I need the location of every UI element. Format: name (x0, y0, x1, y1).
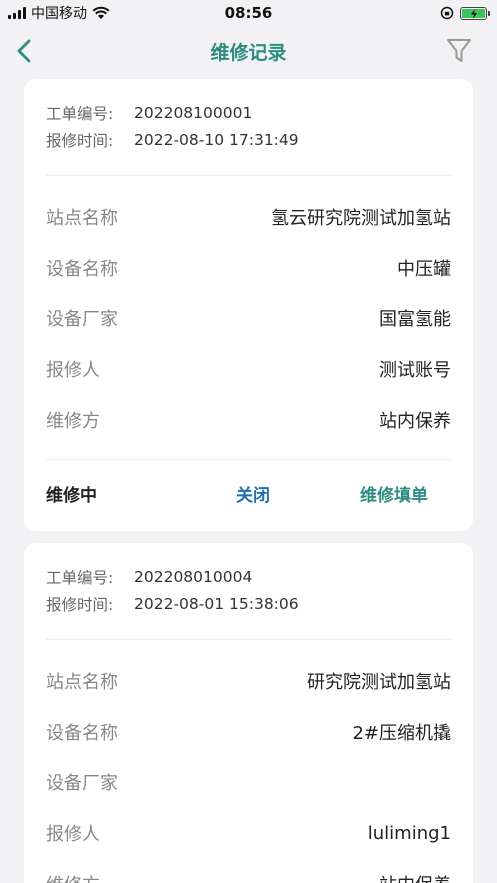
reporter-value: luliming1 (367, 822, 451, 844)
maker-row: 设备厂家 国富氢能 (24, 293, 473, 344)
detail-rows: 站点名称 氢云研究院测试加氢站 设备名称 中压罐 设备厂家 国富氢能 报修人 测… (24, 176, 473, 445)
detail-rows: 站点名称 研究院测试加氢站 设备名称 2#压缩机撬 设备厂家 报修人 lulim… (24, 640, 473, 883)
card-header: 工单编号: 202208010004 报修时间: 2022-08-01 15:3… (24, 543, 473, 639)
repair-party-row: 维修方 站内保养 (24, 858, 473, 883)
signal-icon (8, 7, 26, 19)
repair-party-value: 站内保养 (379, 871, 451, 883)
device-label: 设备名称 (46, 258, 118, 280)
maker-label: 设备厂家 (46, 309, 118, 331)
station-value: 氢云研究院测试加氢站 (271, 208, 451, 230)
order-number-value: 202208010004 (134, 567, 253, 586)
card-actions: 维修中 关闭 维修填单 (24, 460, 473, 528)
order-number-label: 工单编号: (46, 568, 114, 587)
device-label: 设备名称 (46, 722, 118, 744)
maker-value: 国富氢能 (379, 309, 451, 331)
nav-bar: 维修记录 (0, 26, 497, 76)
device-row: 设备名称 2#压缩机撬 (24, 707, 473, 758)
filter-icon[interactable] (445, 36, 473, 66)
battery-icon (460, 6, 490, 20)
orientation-lock-icon (440, 6, 454, 20)
repair-order-card[interactable]: 工单编号: 202208010004 报修时间: 2022-08-01 15:3… (24, 543, 473, 883)
order-number-line: 工单编号: 202208010004 (46, 563, 451, 590)
wifi-icon (92, 6, 110, 19)
station-label: 站点名称 (46, 672, 118, 694)
order-number-line: 工单编号: 202208100001 (46, 99, 451, 126)
reporter-label: 报修人 (46, 360, 100, 382)
station-label: 站点名称 (46, 208, 118, 230)
repair-order-card[interactable]: 工单编号: 202208100001 报修时间: 2022-08-10 17:3… (24, 79, 473, 531)
report-time-label: 报修时间: (46, 595, 114, 614)
status-bar: 中国移动 08:56 (0, 0, 497, 26)
close-button[interactable]: 关闭 (236, 481, 360, 506)
report-time-label: 报修时间: (46, 131, 114, 150)
repair-party-label: 维修方 (46, 871, 100, 883)
reporter-row: 报修人 luliming1 (24, 808, 473, 859)
status-badge: 维修中 (46, 486, 97, 507)
station-row: 站点名称 研究院测试加氢站 (24, 656, 473, 707)
reporter-row: 报修人 测试账号 (24, 344, 473, 395)
status-right (440, 6, 490, 20)
station-row: 站点名称 氢云研究院测试加氢站 (24, 192, 473, 243)
card-header: 工单编号: 202208100001 报修时间: 2022-08-10 17:3… (24, 79, 473, 175)
reporter-value: 测试账号 (379, 360, 451, 382)
status-left: 中国移动 (8, 3, 110, 23)
maker-row: 设备厂家 (24, 757, 473, 808)
maker-label: 设备厂家 (46, 773, 118, 795)
repair-party-label: 维修方 (46, 410, 100, 432)
order-number-label: 工单编号: (46, 104, 114, 123)
device-row: 设备名称 中压罐 (24, 243, 473, 294)
reporter-label: 报修人 (46, 824, 100, 846)
repair-party-row: 维修方 站内保养 (24, 394, 473, 445)
report-time-value: 2022-08-10 17:31:49 (134, 130, 299, 149)
report-time-value: 2022-08-01 15:38:06 (134, 594, 299, 613)
back-icon[interactable] (12, 37, 40, 65)
order-number-value: 202208100001 (134, 103, 253, 122)
fill-repair-form-button[interactable]: 维修填单 (360, 481, 428, 506)
station-value: 研究院测试加氢站 (307, 672, 451, 694)
carrier-name: 中国移动 (31, 6, 87, 22)
report-time-line: 报修时间: 2022-08-10 17:31:49 (46, 126, 451, 153)
device-value: 中压罐 (397, 258, 451, 280)
device-value: 2#压缩机撬 (352, 722, 451, 744)
page-title: 维修记录 (210, 41, 287, 64)
report-time-line: 报修时间: 2022-08-01 15:38:06 (46, 590, 451, 617)
repair-party-value: 站内保养 (379, 410, 451, 432)
